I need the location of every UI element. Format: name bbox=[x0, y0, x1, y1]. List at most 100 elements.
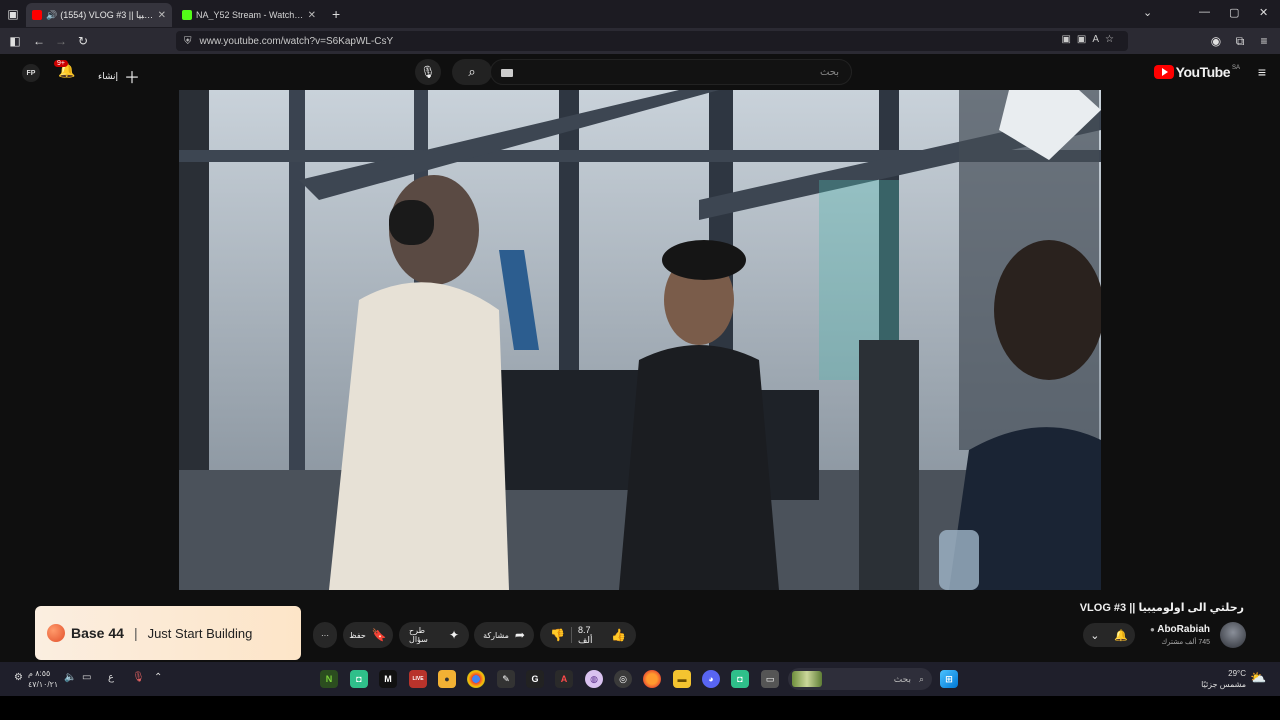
file-explorer-icon[interactable]: ▬ bbox=[673, 670, 691, 688]
discord-icon[interactable]: ◕ bbox=[702, 670, 720, 688]
channel-name[interactable]: ● AboRabiah bbox=[1150, 624, 1210, 635]
screen-bottom-edge bbox=[0, 696, 1280, 720]
reload-icon[interactable]: ↻ bbox=[72, 34, 94, 48]
guide-menu-icon[interactable]: ≡ bbox=[1258, 64, 1266, 80]
verified-icon: ● bbox=[1149, 625, 1155, 634]
tab-label: (1554) VLOG #3 || رحلتي الى اولوميبيا bbox=[60, 9, 153, 20]
logo-word: YouTube bbox=[1175, 64, 1231, 80]
kick-favicon-icon bbox=[182, 10, 192, 20]
settings-icon[interactable]: ⚙ bbox=[14, 672, 23, 683]
sparkle-icon: ✦ bbox=[448, 628, 459, 642]
site-info-icon[interactable]: ⛨ bbox=[184, 36, 192, 47]
avatar[interactable]: FP bbox=[22, 64, 40, 82]
tab-dropdown-icon[interactable]: ⌄ bbox=[1143, 6, 1152, 19]
like-divider bbox=[570, 627, 572, 643]
youtube-play-icon bbox=[1153, 65, 1174, 79]
youtube-favicon-icon bbox=[32, 10, 42, 20]
browser-nav-bar: ◧ ← → ↻ ⛨ www.youtube.com/watch?v=S6KapW… bbox=[0, 28, 1280, 54]
close-window-button[interactable]: ✕ bbox=[1259, 6, 1268, 19]
app-icon-5[interactable]: ◍ bbox=[585, 670, 603, 688]
tab-youtube-vlog[interactable]: 🔊 (1554) VLOG #3 || رحلتي الى اولوميبيا … bbox=[26, 3, 172, 27]
maximize-button[interactable]: ▢ bbox=[1229, 6, 1239, 19]
browser-tab-bar: ▣ 🔊 (1554) VLOG #3 || رحلتي الى اولوميبي… bbox=[0, 0, 1280, 28]
search-icon: ⌕ bbox=[918, 673, 924, 684]
share-icon: ➦ bbox=[514, 628, 525, 642]
chrome-icon[interactable] bbox=[467, 670, 485, 688]
sidebar-toggle-icon[interactable]: ◧ bbox=[4, 34, 26, 48]
close-tab-icon[interactable]: ✕ bbox=[308, 10, 316, 21]
keyboard-icon[interactable] bbox=[501, 69, 513, 77]
tab-label: NA_Y52 Stream - Watch Live on bbox=[196, 10, 304, 20]
language-indicator[interactable]: ع bbox=[108, 672, 114, 683]
plus-icon: ＋ bbox=[124, 70, 141, 87]
weather-temp: 29°C bbox=[1228, 669, 1246, 678]
like-count[interactable]: 8.7 ألف bbox=[578, 625, 605, 646]
dislike-icon[interactable]: 👎 bbox=[550, 628, 565, 642]
bookmark-icon: 🔖 bbox=[371, 628, 387, 642]
taskbar-search[interactable]: بحث ⌕ bbox=[788, 668, 932, 690]
voice-search-button[interactable]: 🎙 bbox=[415, 59, 441, 85]
share-button[interactable]: مشاركة ➦ bbox=[474, 622, 534, 648]
notif-badge: 9+ bbox=[54, 60, 68, 67]
tab-list-icon[interactable]: ▣ bbox=[2, 7, 24, 21]
ask-button[interactable]: طرح سؤال ✦ bbox=[399, 622, 469, 648]
mic-icon[interactable]: 🎙 bbox=[132, 672, 145, 683]
tray-chevron-icon[interactable]: ⌃ bbox=[154, 672, 162, 683]
weather-sun-icon: ⛅ bbox=[1250, 670, 1267, 685]
obs-icon[interactable]: ◎ bbox=[614, 670, 632, 688]
acrobat-icon[interactable]: A bbox=[555, 670, 573, 688]
ad-banner[interactable]: Base 44 | Just Start Building bbox=[35, 606, 301, 660]
search-button[interactable]: ⌕ bbox=[452, 59, 492, 85]
firefox-icon[interactable] bbox=[643, 670, 661, 688]
save-button[interactable]: حفظ 🔖 bbox=[343, 622, 393, 648]
address-bar[interactable]: ⛨ www.youtube.com/watch?v=S6KapWL-CsY ▣▣… bbox=[176, 31, 1128, 51]
forward-icon[interactable]: → bbox=[50, 34, 72, 48]
back-icon[interactable]: ← bbox=[28, 34, 50, 48]
ad-tagline: Just Start Building bbox=[147, 625, 253, 641]
capcut-icon[interactable]: M bbox=[379, 670, 397, 688]
bell-icon: 🔔 bbox=[1114, 629, 1128, 642]
app-icon-3[interactable]: ✎ bbox=[497, 670, 515, 688]
youtube-logo[interactable]: YouTube SA bbox=[1153, 64, 1240, 80]
like-dislike-group: 👎 8.7 ألف 👍 bbox=[540, 622, 636, 648]
network-icon[interactable]: ▭ bbox=[82, 672, 91, 683]
notifications-button[interactable]: 🔔 9+ bbox=[54, 60, 75, 79]
menu-icon[interactable]: ≡ bbox=[1253, 34, 1275, 48]
subscription-bell-button[interactable]: ⌄ 🔔 bbox=[1083, 623, 1135, 647]
extensions-icon[interactable]: ⧉ bbox=[1229, 34, 1251, 49]
close-tab-icon[interactable]: ✕ bbox=[158, 10, 166, 21]
clock-date: ٤٧/١٠/٢١ bbox=[28, 680, 59, 689]
clock[interactable]: ٨:٥٥ م ٤٧/١٠/٢١ bbox=[28, 668, 58, 690]
channel-name-text: AboRabiah bbox=[1157, 624, 1210, 635]
weather-widget[interactable]: 29°C مشمس جزئيًا bbox=[1201, 668, 1246, 690]
ask-label: طرح سؤال bbox=[409, 626, 428, 644]
address-bar-actions[interactable]: ▣▣A☆ bbox=[1061, 34, 1120, 45]
ad-separator: | bbox=[133, 625, 138, 641]
taskbar-search-placeholder: بحث bbox=[893, 673, 911, 684]
app-icon-2[interactable]: ● bbox=[438, 670, 456, 688]
audio-playing-icon[interactable]: 🔊 bbox=[46, 10, 57, 21]
search-input[interactable]: بحث bbox=[490, 59, 852, 85]
video-player[interactable] bbox=[179, 90, 1101, 590]
like-icon[interactable]: 👍 bbox=[611, 628, 626, 642]
more-actions-button[interactable]: ··· bbox=[313, 622, 337, 648]
new-tab-button[interactable]: + bbox=[332, 6, 340, 22]
create-button[interactable]: إنشاء ＋ bbox=[98, 64, 140, 88]
volume-icon[interactable]: 🔈 bbox=[64, 672, 76, 683]
account-icon[interactable]: ◉ bbox=[1205, 34, 1227, 48]
create-label: إنشاء bbox=[98, 70, 119, 81]
app-icon-1[interactable]: ◘ bbox=[350, 670, 368, 688]
subscriber-count: 745 ألف مشترك bbox=[1161, 639, 1210, 646]
app-icon-6[interactable]: ◘ bbox=[731, 670, 749, 688]
channel-avatar[interactable] bbox=[1220, 622, 1246, 648]
video-title: رحلتي الى اولوميبيا || VLOG #3 bbox=[1079, 602, 1244, 614]
stream-app-icon[interactable]: LIVE bbox=[409, 670, 427, 688]
share-label: مشاركة bbox=[483, 630, 509, 640]
minimize-button[interactable]: — bbox=[1199, 6, 1210, 18]
task-view-icon[interactable]: ▭ bbox=[761, 670, 779, 688]
clock-time: ٨:٥٥ م bbox=[28, 669, 51, 678]
nvidia-icon[interactable]: N bbox=[320, 670, 338, 688]
tab-kick-stream[interactable]: NA_Y52 Stream - Watch Live on ✕ bbox=[176, 3, 322, 27]
windows-start-icon[interactable]: ⊞ bbox=[940, 670, 958, 688]
app-icon-4[interactable]: G bbox=[526, 670, 544, 688]
